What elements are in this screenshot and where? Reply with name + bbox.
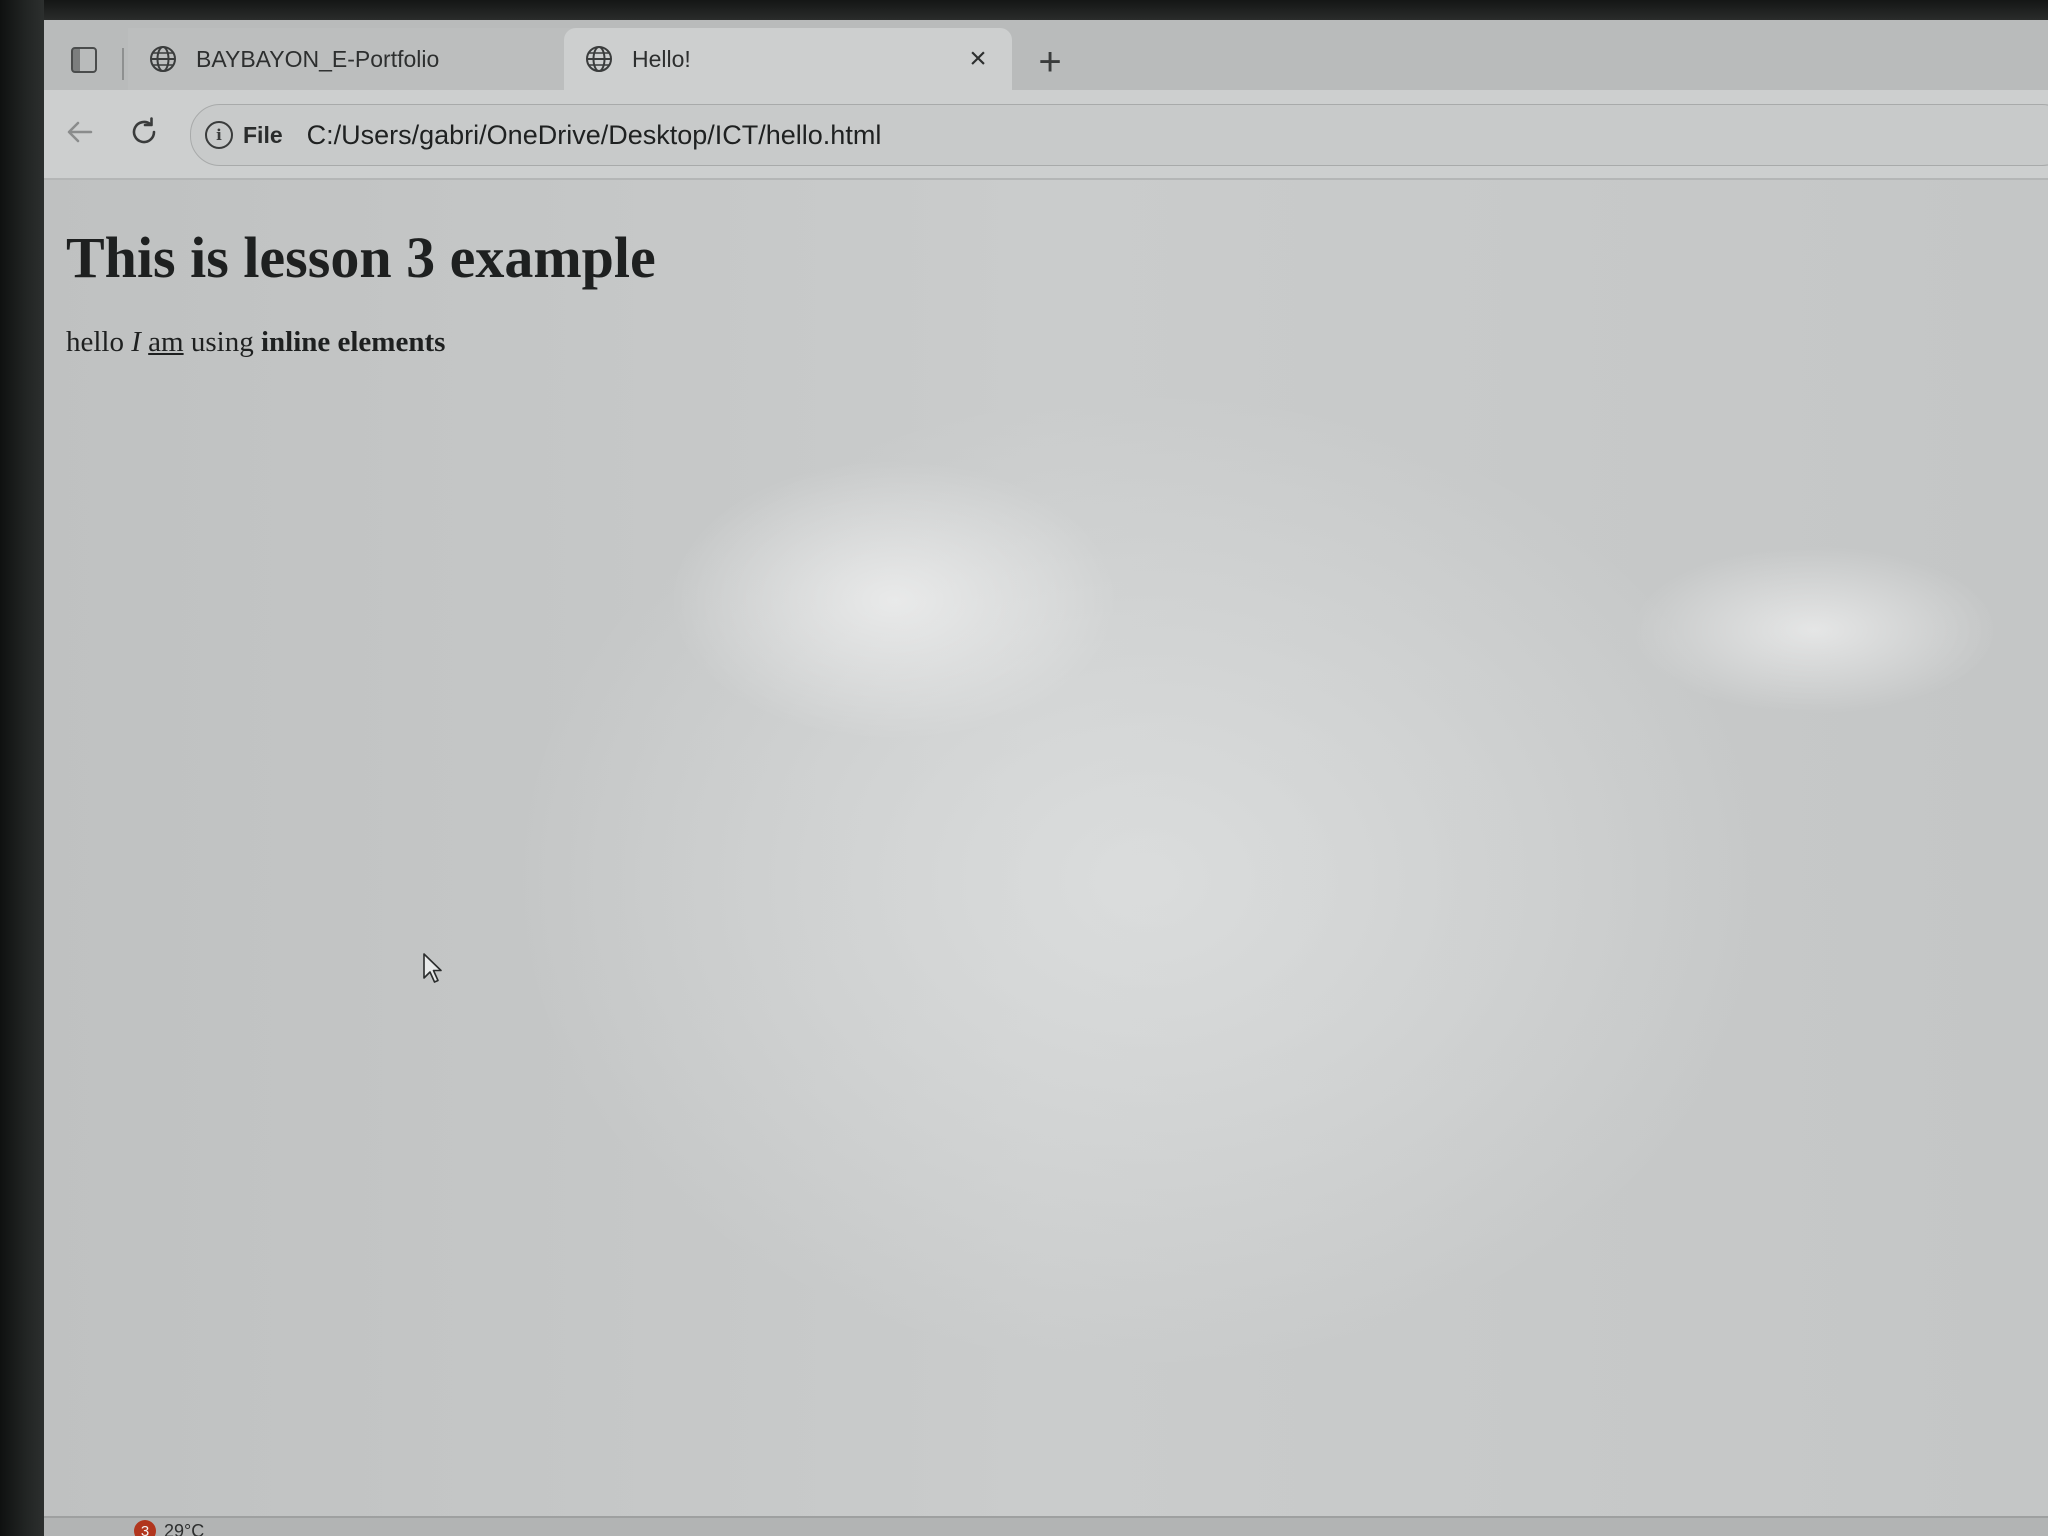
plain-text: hello: [66, 326, 132, 358]
underlined-text: am: [148, 326, 184, 358]
back-arrow-icon: [67, 121, 93, 143]
page-heading: This is lesson 3 example: [66, 225, 656, 290]
tab-baybayon-portfolio[interactable]: BAYBAYON_E-Portfolio ×: [128, 28, 606, 90]
page-paragraph: hello I am using inline elements: [66, 326, 445, 359]
plain-text: using: [183, 326, 261, 358]
info-icon: i: [205, 121, 233, 149]
taskbar: [44, 1516, 2048, 1536]
bold-text: inline elements: [260, 326, 446, 358]
address-bar[interactable]: i File C:/Users/gabri/OneDrive/Desktop/I…: [190, 104, 2048, 166]
new-tab-button[interactable]: +: [1028, 40, 1072, 84]
tab-actions-icon: [71, 47, 97, 73]
italic-text: I: [131, 326, 141, 358]
globe-icon: [150, 46, 176, 72]
back-button[interactable]: [54, 106, 106, 158]
plus-icon: +: [1038, 39, 1062, 84]
reload-button[interactable]: [118, 106, 170, 158]
tab-actions-button[interactable]: [58, 34, 110, 86]
reload-icon: [132, 117, 156, 144]
browser-window: BAYBAYON_E-Portfolio × Hello! × +: [44, 20, 2048, 1536]
close-icon[interactable]: ×: [958, 39, 998, 79]
globe-icon: [586, 46, 612, 72]
weather-widget[interactable]: 3 29°C: [134, 1520, 204, 1536]
tab-separator: [122, 48, 124, 80]
page-viewport: This is lesson 3 example hello I am usin…: [44, 180, 2048, 1536]
tab-title: BAYBAYON_E-Portfolio: [196, 45, 440, 72]
tab-hello[interactable]: Hello! ×: [564, 28, 1012, 90]
url-text[interactable]: C:/Users/gabri/OneDrive/Desktop/ICT/hell…: [307, 120, 882, 151]
notification-badge: 3: [134, 1520, 156, 1536]
site-info-button[interactable]: i File: [205, 121, 283, 149]
monitor-bezel-left: [0, 0, 44, 1536]
tab-strip: BAYBAYON_E-Portfolio × Hello! × +: [44, 20, 2048, 90]
tab-title: Hello!: [632, 45, 691, 72]
browser-toolbar: i File C:/Users/gabri/OneDrive/Desktop/I…: [44, 90, 2048, 180]
monitor-bezel-top: [0, 0, 2048, 20]
mouse-pointer-icon: [423, 953, 442, 983]
scheme-label: File: [243, 121, 283, 148]
temperature-text: 29°C: [164, 1520, 205, 1536]
